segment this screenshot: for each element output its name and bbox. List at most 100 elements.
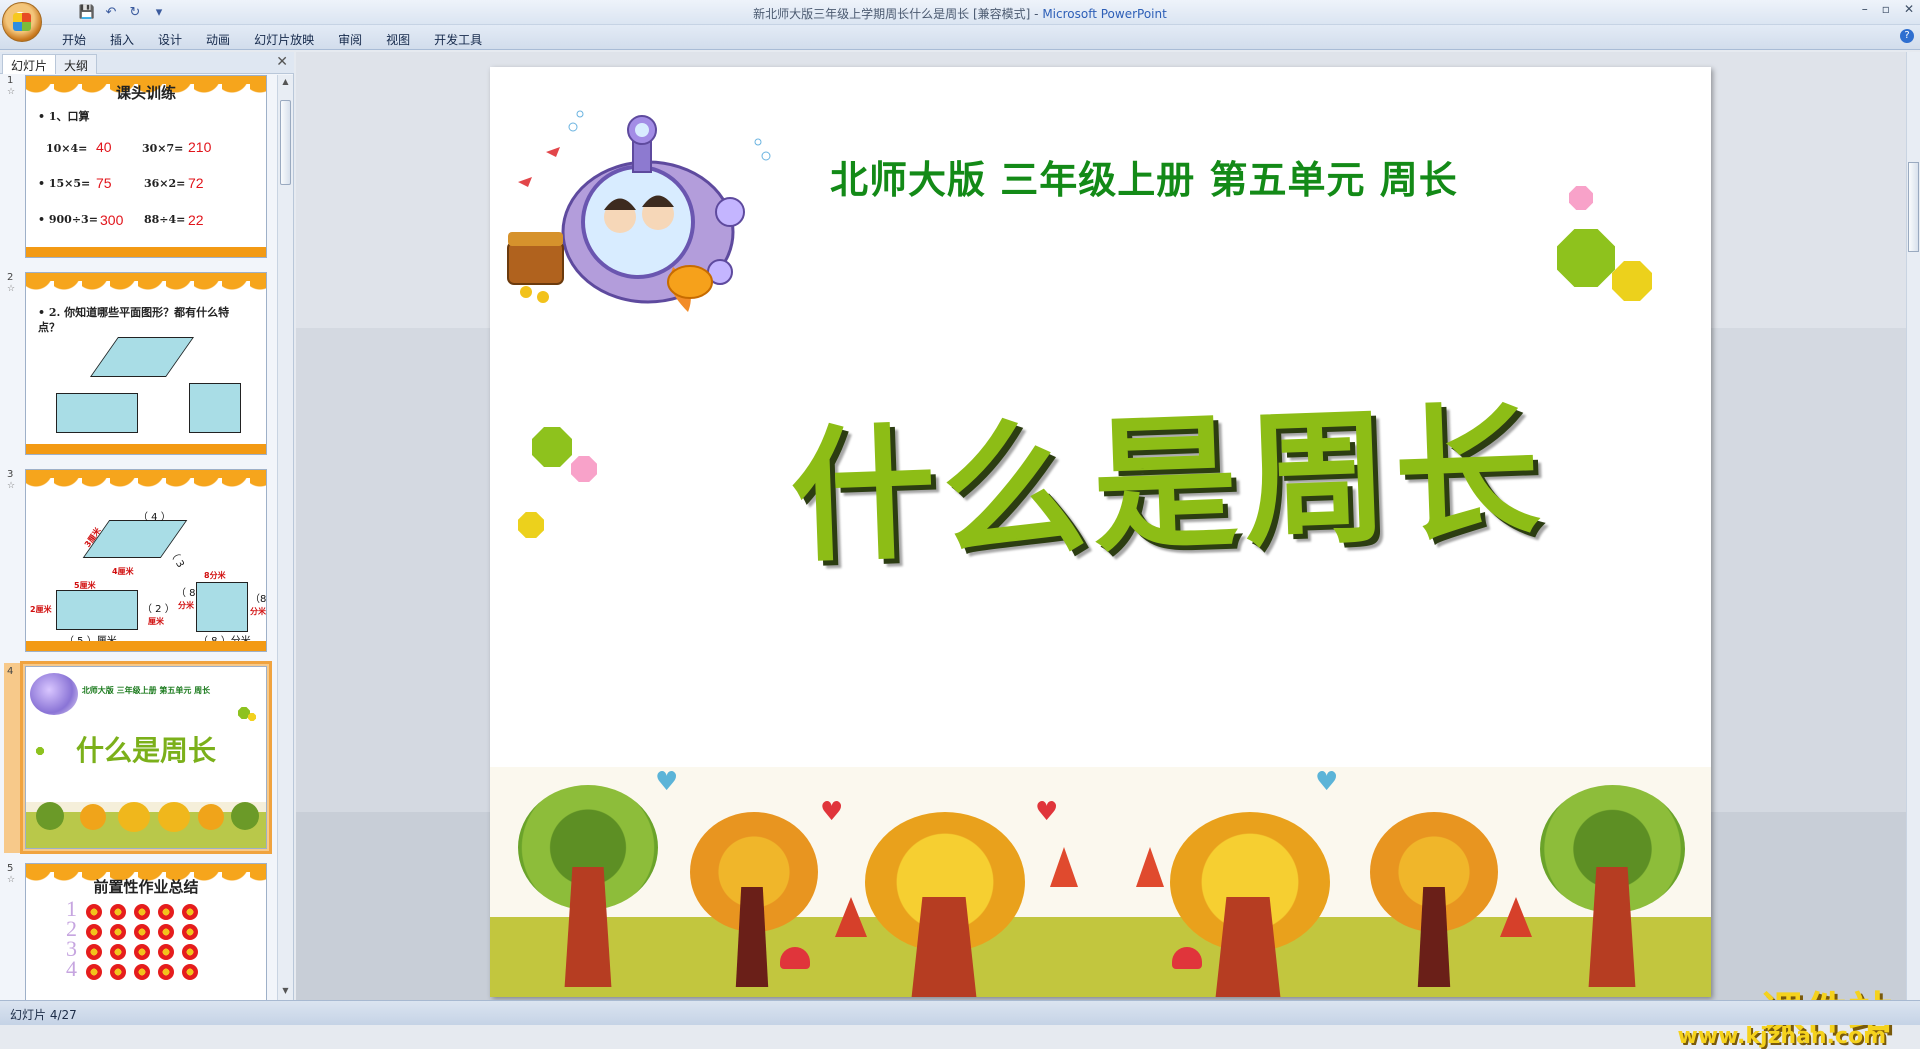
- slide-editing-area: 北师大版 三年级上册 第五单元 周长 什么是周长 ♥ ♥ ♥ ♥ www.kjz…: [296, 52, 1906, 1049]
- flower-icon: [110, 904, 126, 920]
- heart-icon: ♥: [820, 797, 844, 827]
- scroll-down-icon[interactable]: ▼: [280, 986, 291, 998]
- status-bar: 幻灯片 4/27: [0, 1000, 1920, 1025]
- tab-animations[interactable]: 动画: [194, 29, 242, 50]
- app-name: Microsoft PowerPoint: [1042, 7, 1167, 21]
- animation-star-icon: ☆: [7, 87, 16, 97]
- flower-icon: [86, 904, 102, 920]
- tab-design[interactable]: 设计: [146, 29, 194, 50]
- slide-thumbnail-4[interactable]: 北师大版 三年级上册 第五单元 周长 什么是周长: [20, 661, 272, 854]
- thumb-number: 3: [7, 469, 14, 480]
- flower-icon: [110, 964, 126, 980]
- slide-canvas[interactable]: 北师大版 三年级上册 第五单元 周长 什么是周长 ♥ ♥ ♥ ♥: [490, 67, 1711, 997]
- scallop-border: [26, 273, 266, 299]
- green-dot: [36, 747, 44, 755]
- slide-thumbnail-2[interactable]: • 2. 你知道哪些平面图形？都有什么特点？: [25, 272, 267, 455]
- panel-close-icon[interactable]: ✕: [276, 54, 288, 70]
- tab-review[interactable]: 审阅: [326, 29, 374, 50]
- flower-grid: [86, 904, 206, 980]
- window-title: 新北师大版三年级上学期周长什么是周长 [兼容模式] - Microsoft Po…: [753, 7, 1167, 21]
- green-octagon: [532, 427, 572, 467]
- answer: 40: [96, 139, 112, 155]
- document-title: 新北师大版三年级上学期周长什么是周长 [兼容模式]: [753, 7, 1031, 21]
- flower-icon: [182, 904, 198, 920]
- yellow-octagon: [518, 512, 544, 538]
- length-label: 4厘米: [112, 567, 134, 576]
- animation-star-icon: ☆: [7, 284, 16, 294]
- slides-panel: 幻灯片 大纲 ✕ 1 ☆ 课头训练 • 1、口算 10×4= 40 30×7= …: [0, 52, 294, 1000]
- flower-icon: [110, 944, 126, 960]
- thumb-subtitle: 北师大版 三年级上册 第五单元 周长: [81, 686, 211, 695]
- orange-bar: [26, 444, 266, 454]
- office-logo-icon: [13, 13, 31, 31]
- forest-illustration: ♥ ♥ ♥ ♥: [490, 767, 1711, 997]
- slide-thumbnail-5[interactable]: 前置性作业总结 1 2 3 4: [25, 863, 267, 1000]
- yellow-dot: [248, 713, 256, 721]
- minimize-button[interactable]: –: [1862, 2, 1868, 16]
- equation: • 15×5=: [38, 177, 91, 190]
- office-button[interactable]: [2, 2, 42, 42]
- orange-bar: [26, 247, 266, 257]
- slide-title[interactable]: 什么是周长: [787, 354, 1549, 590]
- length-answer: （8: [250, 594, 267, 605]
- flower-icon: [158, 904, 174, 920]
- equation: 10×4=: [46, 142, 88, 155]
- tab-outline[interactable]: 大纲: [55, 54, 98, 74]
- tab-home[interactable]: 开始: [50, 29, 98, 50]
- close-button[interactable]: ✕: [1904, 2, 1914, 16]
- length-label: 分米: [178, 601, 194, 610]
- rectangle-shape: [56, 590, 138, 630]
- flower-icon: [158, 924, 174, 940]
- forest-strip: [26, 802, 266, 848]
- pine-tree-icon: [835, 897, 867, 937]
- scallop-border: [26, 470, 266, 496]
- slide-scrollbar[interactable]: [1906, 52, 1920, 1000]
- mushroom-icon: [1172, 947, 1202, 969]
- thumb-number: 5: [7, 863, 14, 874]
- length-label: 厘米: [148, 617, 164, 626]
- tab-developer[interactable]: 开发工具: [422, 29, 494, 50]
- equation: • 900÷3=: [38, 213, 98, 226]
- parallelogram-shape: [89, 337, 195, 377]
- scroll-up-icon[interactable]: ▲: [280, 77, 291, 89]
- maximize-button[interactable]: ▫: [1882, 2, 1890, 16]
- answer: 300: [100, 212, 124, 228]
- flower-icon: [134, 904, 150, 920]
- window-controls: – ▫ ✕: [1862, 2, 1914, 16]
- length-label: 2厘米: [30, 605, 52, 614]
- slide-thumbnail-1[interactable]: 课头训练 • 1、口算 10×4= 40 30×7= 210 • 15×5= 7…: [25, 75, 267, 258]
- flower-icon: [134, 924, 150, 940]
- scroll-thumb[interactable]: [280, 100, 291, 185]
- tab-slides[interactable]: 幻灯片: [2, 54, 57, 74]
- tab-view[interactable]: 视图: [374, 29, 422, 50]
- tab-slideshow[interactable]: 幻灯片放映: [242, 29, 326, 50]
- title-bar: 💾 ↶ ↻ ▾ 新北师大版三年级上学期周长什么是周长 [兼容模式] - Micr…: [0, 0, 1920, 42]
- equation: 30×7=: [142, 142, 184, 155]
- green-octagon: [1557, 229, 1615, 287]
- length-label: 分米: [250, 607, 266, 616]
- mushroom-icon: [780, 947, 810, 969]
- orange-bar: [26, 641, 266, 651]
- flower-icon: [182, 944, 198, 960]
- heart-icon: ♥: [655, 767, 679, 797]
- thumb-number: 1: [7, 75, 14, 86]
- flower-icon: [182, 964, 198, 980]
- length-answer: （ 4 ）: [138, 512, 171, 523]
- thumb-title: 课头训练: [115, 84, 176, 102]
- equation: 36×2=: [144, 177, 186, 190]
- thumb-item-label: • 1、口算: [38, 110, 90, 123]
- heart-icon: ♥: [1035, 797, 1059, 827]
- heart-icon: ♥: [1315, 767, 1339, 797]
- tab-insert[interactable]: 插入: [98, 29, 146, 50]
- scroll-thumb[interactable]: [1908, 162, 1919, 252]
- submarine-illustration: [507, 110, 771, 312]
- equation: 88÷4=: [144, 213, 186, 226]
- flower-icon: [86, 964, 102, 980]
- help-icon[interactable]: ?: [1900, 29, 1914, 43]
- animation-star-icon: ☆: [7, 481, 16, 491]
- slide-thumbnail-3[interactable]: （ 4 ） 3厘米 4厘米 （ 3 5厘米 2厘米 （ 2 ） 厘米 （ 5 ）…: [25, 469, 267, 652]
- thumbnail-scrollbar[interactable]: ▲ ▼: [277, 75, 293, 1000]
- slide-subtitle[interactable]: 北师大版 三年级上册 第五单元 周长: [830, 149, 1458, 204]
- answer: 75: [96, 175, 112, 191]
- pink-octagon: [1569, 186, 1593, 210]
